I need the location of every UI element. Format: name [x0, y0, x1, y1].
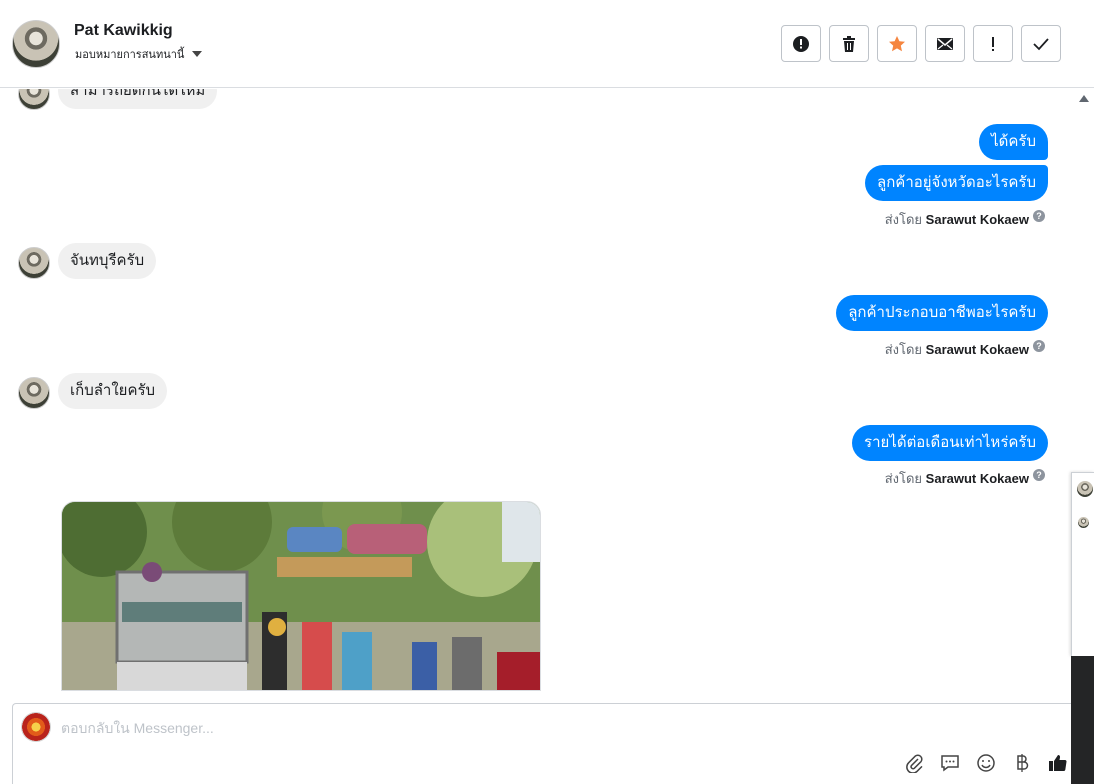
incoming-message[interactable]: สามารถยืดกั้นได้ใหม่ — [58, 89, 218, 109]
scroll-up-arrow-icon[interactable] — [1079, 95, 1089, 102]
outgoing-message[interactable]: ลูกค้าประกอบอาชีพอะไรครับ — [836, 295, 1048, 331]
mark-spam-button[interactable] — [781, 25, 821, 62]
caret-down-icon — [192, 51, 203, 57]
follow-up-button[interactable] — [973, 25, 1013, 62]
sent-by-label: ส่งโดย Sarawut Kokaew — [884, 471, 1029, 486]
help-icon[interactable]: ? — [1033, 340, 1045, 352]
emoji-button[interactable] — [975, 752, 997, 774]
customer-avatar-small — [18, 377, 50, 409]
done-icon — [1033, 37, 1049, 50]
outgoing-message[interactable]: ได้ครับ — [979, 124, 1048, 160]
customer-avatar[interactable] — [12, 20, 60, 68]
shared-photo[interactable] — [61, 501, 541, 691]
message-thread[interactable]: สามารถยืดกั้นได้ใหม่ ได้ครับ ลูกค้าอยู่จ… — [0, 89, 1075, 691]
saved-reply-icon — [941, 755, 959, 772]
mark-unread-button[interactable] — [925, 25, 965, 62]
popup-avatar — [1077, 481, 1093, 497]
help-icon[interactable]: ? — [1033, 469, 1045, 481]
spam-icon — [793, 35, 809, 52]
dark-popup-panel[interactable] — [1071, 656, 1094, 784]
star-button[interactable] — [877, 25, 917, 62]
incoming-message[interactable]: จันทบุรีครับ — [58, 243, 157, 279]
mail-icon — [937, 37, 953, 50]
attach-icon — [906, 754, 923, 773]
outgoing-message[interactable]: รายได้ต่อเดือนเท่าไหร่ครับ — [852, 425, 1048, 461]
customer-avatar-small — [18, 89, 50, 110]
sent-by-label: ส่งโดย Sarawut Kokaew — [884, 342, 1029, 357]
sent-by-label: ส่งโดย Sarawut Kokaew — [884, 212, 1029, 227]
incoming-message[interactable]: เก็บลำใยครับ — [58, 373, 168, 409]
outgoing-message[interactable]: ลูกค้าอยู่จังหวัดอะไรครับ — [865, 165, 1048, 201]
page-avatar — [21, 712, 51, 742]
attach-button[interactable] — [903, 752, 925, 774]
star-icon — [889, 35, 905, 51]
assign-conversation-dropdown[interactable]: มอบหมายการสนทนานี้ — [75, 45, 203, 63]
mark-done-button[interactable] — [1021, 25, 1061, 62]
reply-input[interactable] — [61, 718, 961, 738]
like-icon — [1049, 755, 1067, 772]
saved-reply-button[interactable] — [939, 752, 961, 774]
popup-avatar — [1078, 517, 1089, 528]
baht-icon — [1017, 754, 1029, 772]
composer-tools — [903, 752, 1069, 774]
follow-up-icon — [992, 36, 994, 51]
reply-composer — [12, 703, 1082, 784]
customer-name[interactable]: Pat Kawikkig — [74, 22, 173, 40]
delete-button[interactable] — [829, 25, 869, 62]
side-popup-panel[interactable] — [1071, 472, 1094, 656]
trash-icon — [843, 35, 855, 52]
conversation-header: Pat Kawikkig มอบหมายการสนทนานี้ — [0, 0, 1094, 88]
customer-avatar-small — [18, 247, 50, 279]
payment-button[interactable] — [1011, 752, 1033, 774]
truck-photo-image — [62, 502, 540, 690]
emoji-icon — [977, 754, 995, 772]
assign-label: มอบหมายการสนทนานี้ — [75, 49, 185, 61]
help-icon[interactable]: ? — [1033, 210, 1045, 222]
conversation-toolbar — [781, 25, 1061, 62]
send-like-button[interactable] — [1047, 752, 1069, 774]
